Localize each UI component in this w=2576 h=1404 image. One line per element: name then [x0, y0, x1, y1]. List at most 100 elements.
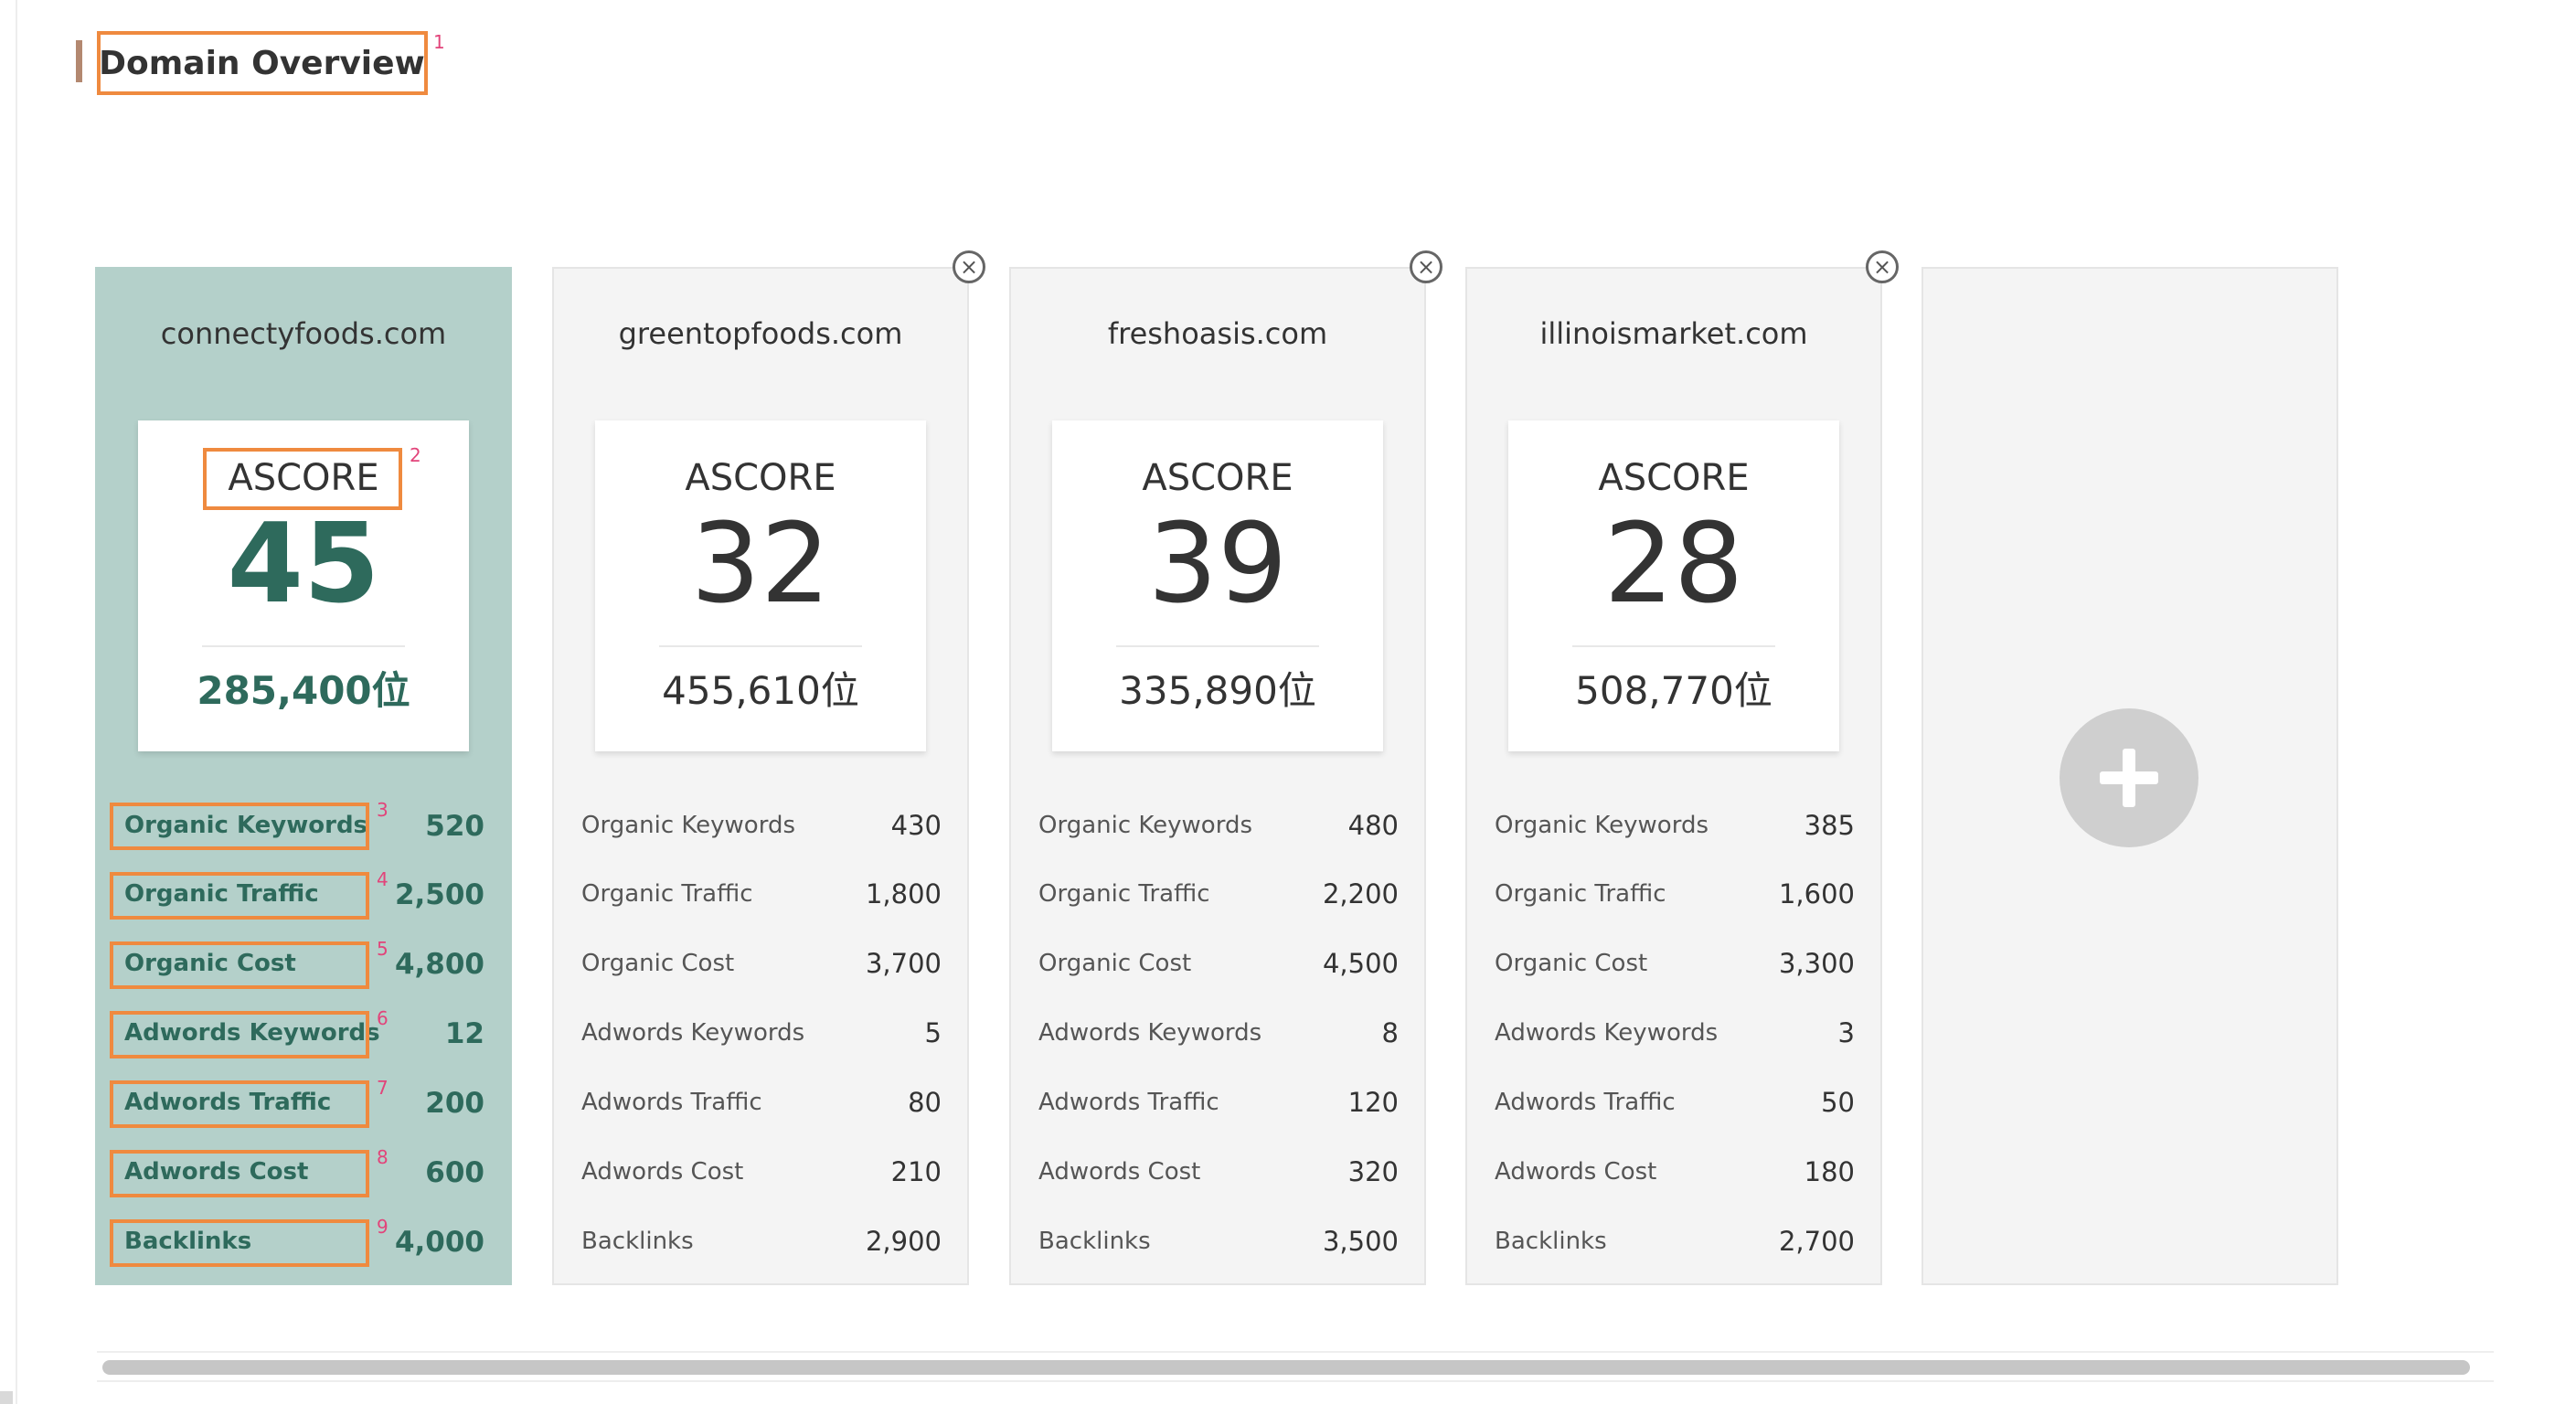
- metric-value: 4,000: [394, 1226, 484, 1259]
- metric-label: Adwords Keywords: [1495, 1019, 1719, 1047]
- annotation-number-6: 6: [377, 1007, 389, 1029]
- corner-mark: [0, 1391, 13, 1404]
- metric-value: 3,500: [1322, 1226, 1399, 1257]
- annotation-box-8: [110, 1150, 369, 1197]
- ascore-value: 32: [690, 501, 831, 628]
- metric-value: 430: [890, 810, 942, 841]
- annotation-number-8: 8: [377, 1146, 389, 1168]
- annotation-number-1: 1: [433, 31, 445, 53]
- metric-label: Adwords Keywords: [581, 1019, 805, 1047]
- annotation-number-9: 9: [377, 1216, 389, 1238]
- rank-value: 455,610位: [662, 668, 859, 713]
- domain-name: freshoasis.com: [1107, 316, 1328, 351]
- frame-left-line: [16, 0, 17, 1404]
- metric-value: 2,500: [394, 878, 484, 911]
- metric-label: Organic Keywords: [1038, 812, 1252, 839]
- domain-card-freshoasis: freshoasis.com ASCORE 39 335,890位 Organi…: [1009, 267, 1426, 1285]
- rank-value: 285,400位: [197, 668, 410, 713]
- ascore-value: 28: [1603, 501, 1744, 628]
- close-icon: ×: [1416, 254, 1436, 280]
- metric-value: 2,200: [1322, 878, 1399, 909]
- score-divider: [1572, 645, 1775, 647]
- ascore-label: ASCORE: [1142, 457, 1293, 499]
- metric-value: 320: [1347, 1156, 1399, 1187]
- annotation-number-3: 3: [377, 799, 389, 821]
- metric-label: Adwords Cost: [1495, 1158, 1657, 1186]
- metric-value: 180: [1804, 1156, 1855, 1187]
- annotation-box-3: [110, 803, 369, 850]
- metric-label: Adwords Traffic: [1495, 1089, 1676, 1116]
- score-divider: [659, 645, 862, 647]
- ascore-label: ASCORE: [685, 457, 836, 499]
- domain-name: illinoismarket.com: [1539, 316, 1808, 351]
- metric-value: 600: [425, 1156, 484, 1189]
- metric-value: 3: [1837, 1017, 1855, 1048]
- metric-label: Organic Traffic: [1038, 880, 1210, 908]
- metric-value: 3,700: [865, 948, 942, 979]
- metric-value: 120: [1347, 1087, 1399, 1118]
- metric-value: 385: [1804, 810, 1855, 841]
- rank-value: 335,890位: [1119, 668, 1316, 713]
- ascore-label: ASCORE: [1598, 457, 1750, 499]
- domain-name: greentopfoods.com: [618, 316, 903, 351]
- annotation-box-4: [110, 872, 369, 920]
- metric-value: 4,500: [1322, 948, 1399, 979]
- annotation-box-5: [110, 941, 369, 989]
- metric-label: Backlinks: [1495, 1228, 1607, 1255]
- annotation-number-5: 5: [377, 938, 389, 960]
- metric-value: 520: [425, 810, 484, 843]
- metric-label: Organic Traffic: [1495, 880, 1666, 908]
- metric-label: Organic Cost: [581, 950, 735, 977]
- metric-value: 50: [1821, 1087, 1855, 1118]
- ascore-value: 45: [227, 501, 380, 628]
- domain-card-greentopfoods: greentopfoods.com ASCORE 32 455,610位 Org…: [552, 267, 969, 1285]
- metric-value: 200: [425, 1087, 484, 1120]
- scrollbar-thumb[interactable]: [102, 1360, 2470, 1375]
- metric-label: Adwords Keywords: [1038, 1019, 1262, 1047]
- metric-label: Backlinks: [1038, 1228, 1151, 1255]
- domain-card-connectyfoods: connectyfoods.com ASCORE 45 285,400位 Org…: [95, 267, 512, 1285]
- ascore-box: ASCORE 39 335,890位: [1052, 420, 1383, 751]
- close-icon: ×: [959, 254, 979, 280]
- annotation-box-1: [97, 31, 428, 95]
- title-accent-bar: [76, 40, 82, 82]
- ascore-box: ASCORE 28 508,770位: [1508, 420, 1839, 751]
- annotation-box-6: [110, 1011, 369, 1058]
- ascore-value: 39: [1147, 501, 1288, 628]
- close-icon: ×: [1872, 254, 1892, 280]
- metric-label: Backlinks: [581, 1228, 694, 1255]
- close-card-button[interactable]: ×: [1410, 250, 1442, 283]
- metric-value: 12: [444, 1017, 484, 1050]
- annotation-number-4: 4: [377, 868, 389, 890]
- metric-label: Adwords Traffic: [581, 1089, 762, 1116]
- domain-name: connectyfoods.com: [160, 316, 447, 351]
- metric-value: 3,300: [1778, 948, 1855, 979]
- metric-label: Organic Keywords: [581, 812, 795, 839]
- horizontal-scrollbar[interactable]: [97, 1351, 2494, 1382]
- add-domain-card: [1921, 267, 2338, 1285]
- metric-value: 210: [890, 1156, 942, 1187]
- metric-label: Organic Keywords: [1495, 812, 1708, 839]
- metric-value: 2,900: [865, 1226, 942, 1257]
- plus-icon: [2100, 749, 2158, 807]
- add-domain-button[interactable]: [2060, 708, 2198, 847]
- metric-label: Organic Cost: [1038, 950, 1192, 977]
- score-divider: [1116, 645, 1319, 647]
- metric-label: Organic Cost: [1495, 950, 1648, 977]
- metric-label: Adwords Cost: [1038, 1158, 1201, 1186]
- score-divider: [202, 645, 405, 647]
- close-card-button[interactable]: ×: [1866, 250, 1899, 283]
- ascore-box: ASCORE 32 455,610位: [595, 420, 926, 751]
- metric-value: 8: [1381, 1017, 1399, 1048]
- metric-value: 1,800: [865, 878, 942, 909]
- domain-card-illinoismarket: illinoismarket.com ASCORE 28 508,770位 Or…: [1465, 267, 1882, 1285]
- metric-label: Organic Traffic: [581, 880, 753, 908]
- annotation-box-9: [110, 1219, 369, 1267]
- annotation-number-2: 2: [410, 444, 421, 466]
- metric-label: Adwords Cost: [581, 1158, 744, 1186]
- annotation-number-7: 7: [377, 1077, 389, 1099]
- annotation-box-7: [110, 1080, 369, 1128]
- close-card-button[interactable]: ×: [953, 250, 985, 283]
- metric-label: Adwords Traffic: [1038, 1089, 1219, 1116]
- metric-value: 5: [924, 1017, 942, 1048]
